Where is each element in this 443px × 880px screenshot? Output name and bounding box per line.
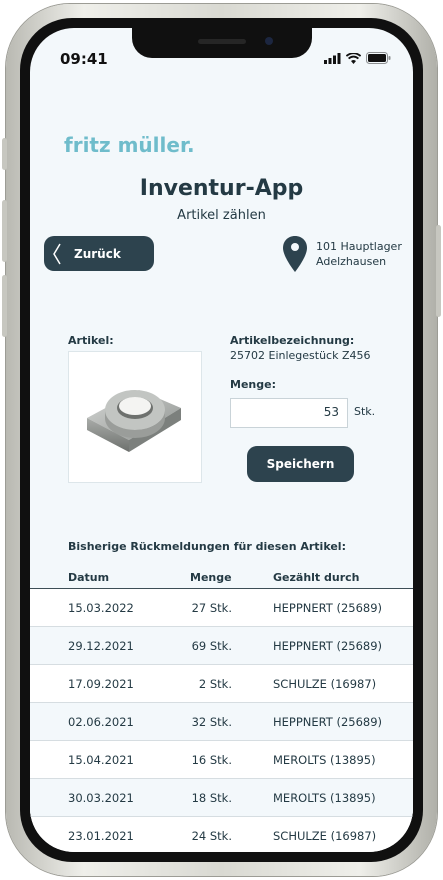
signal-icon xyxy=(324,52,341,64)
table-row: 15.03.2022 27 Stk. HEPPNERT (25689) xyxy=(30,589,413,627)
row-date: 23.01.2021 xyxy=(68,829,134,843)
article-name-value: 25702 Einlegestück Z456 xyxy=(230,349,371,362)
article-name-label: Artikelbezeichnung: xyxy=(230,334,355,347)
row-quantity: 16 Stk. xyxy=(191,753,232,767)
battery-icon xyxy=(366,52,391,64)
brand-logo: fritz müller. xyxy=(64,133,195,157)
row-quantity: 18 Stk. xyxy=(191,791,232,805)
row-counted-by: SCHULZE (16987) xyxy=(273,677,377,691)
column-header-date: Datum xyxy=(68,571,110,584)
row-counted-by: HEPPNERT (25689) xyxy=(273,639,383,653)
history-table: 15.03.2022 27 Stk. HEPPNERT (25689) 29.1… xyxy=(30,588,413,852)
row-date: 30.03.2021 xyxy=(68,791,134,805)
notch xyxy=(132,28,312,58)
table-row: 30.03.2021 18 Stk. MEROLTS (13895) xyxy=(30,779,413,817)
table-row: 17.09.2021 2 Stk. SCHULZE (16987) xyxy=(30,665,413,703)
status-time: 09:41 xyxy=(60,50,108,68)
row-quantity: 27 Stk. xyxy=(191,601,232,615)
column-header-counted-by: Gezählt durch xyxy=(273,571,360,584)
page-subtitle: Artikel zählen xyxy=(177,208,266,223)
row-quantity: 32 Stk. xyxy=(191,715,232,729)
power-button xyxy=(436,225,441,317)
page-title: Inventur-App xyxy=(139,176,304,201)
location-pin-icon xyxy=(283,236,307,272)
row-counted-by: MEROLTS (13895) xyxy=(273,791,376,805)
status-icons xyxy=(324,52,391,64)
row-quantity: 69 Stk. xyxy=(191,639,232,653)
app-screen: 09:41 fritz müller. Inventur-App Artikel… xyxy=(30,28,413,852)
save-button[interactable]: Speichern xyxy=(247,446,354,482)
volume-up-button xyxy=(2,200,7,262)
article-image xyxy=(68,351,202,483)
row-quantity: 2 Stk. xyxy=(198,677,232,691)
row-date: 02.06.2021 xyxy=(68,715,134,729)
location-line-1: 101 Hauptlager xyxy=(316,240,402,253)
location-line-2: Adelzhausen xyxy=(316,255,387,268)
history-title: Bisherige Rückmeldungen für diesen Artik… xyxy=(68,540,346,553)
wifi-icon xyxy=(346,52,361,64)
volume-down-button xyxy=(2,275,7,337)
table-row: 15.04.2021 16 Stk. MEROLTS (13895) xyxy=(30,741,413,779)
row-date: 17.09.2021 xyxy=(68,677,134,691)
column-header-quantity: Menge xyxy=(190,571,232,584)
row-date: 15.04.2021 xyxy=(68,753,134,767)
article-part-image xyxy=(87,390,181,452)
article-label: Artikel: xyxy=(68,334,114,347)
row-counted-by: HEPPNERT (25689) xyxy=(273,601,383,615)
quantity-label: Menge: xyxy=(230,378,276,391)
location-label: 101 Hauptlager Adelzhausen xyxy=(316,239,402,269)
row-counted-by: MEROLTS (13895) xyxy=(273,753,376,767)
row-date: 15.03.2022 xyxy=(68,601,134,615)
back-button-label: Zurück xyxy=(74,246,121,261)
table-row: 02.06.2021 32 Stk. HEPPNERT (25689) xyxy=(30,703,413,741)
back-button[interactable]: Zurück xyxy=(44,236,154,271)
table-row: 23.01.2021 24 Stk. SCHULZE (16987) xyxy=(30,817,413,852)
quantity-input[interactable]: 53 xyxy=(230,398,348,428)
mute-switch xyxy=(2,138,7,170)
row-date: 29.12.2021 xyxy=(68,639,134,653)
row-counted-by: SCHULZE (16987) xyxy=(273,829,377,843)
row-quantity: 24 Stk. xyxy=(191,829,232,843)
row-counted-by: HEPPNERT (25689) xyxy=(273,715,383,729)
quantity-unit: Stk. xyxy=(354,405,376,418)
table-row: 29.12.2021 69 Stk. HEPPNERT (25689) xyxy=(30,627,413,665)
chevron-left-icon xyxy=(53,243,61,264)
